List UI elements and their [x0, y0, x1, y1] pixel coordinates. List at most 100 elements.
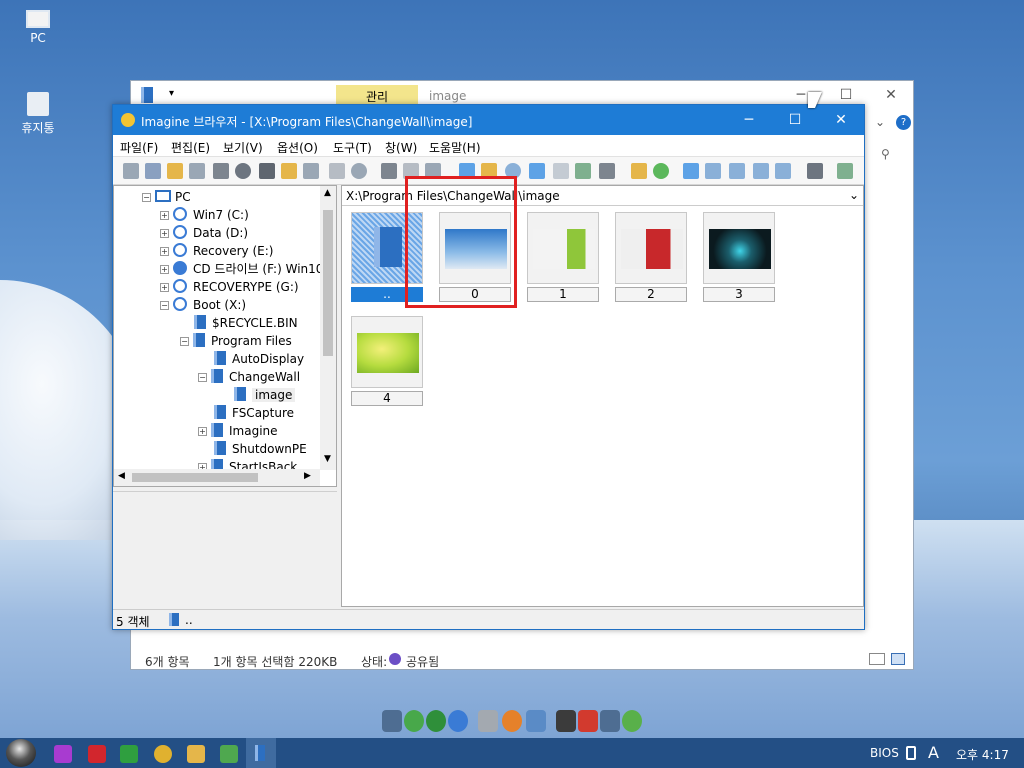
file-explorer-icon[interactable]	[187, 745, 205, 763]
tree-item-drive[interactable]: + Data (D:)	[160, 224, 248, 242]
tree-item-folder[interactable]: $RECYCLE.BIN	[194, 314, 298, 332]
tree-item-drive[interactable]: + Recovery (E:)	[160, 242, 273, 260]
cut-icon[interactable]	[381, 163, 397, 179]
dock-display-icon[interactable]	[600, 710, 620, 732]
tray-clock[interactable]: 오후 4:17	[956, 746, 1009, 763]
ribbon-expand-icon[interactable]: ⌄	[875, 115, 885, 129]
thumbnail-item[interactable]	[527, 212, 599, 284]
expand-icon[interactable]: +	[160, 211, 169, 220]
scroll-left-icon[interactable]: ◀	[118, 471, 125, 481]
tree-item-folder[interactable]: + Imagine	[198, 422, 278, 440]
scroll-right-icon[interactable]: ▶	[304, 471, 311, 481]
dock-windows-icon[interactable]	[578, 710, 598, 732]
wrench-icon[interactable]	[807, 163, 823, 179]
tree-item-folder[interactable]: ShutdownPE	[214, 440, 307, 458]
list-icon[interactable]	[753, 163, 769, 179]
filter-icon[interactable]	[529, 163, 545, 179]
search-icon[interactable]: ⚲	[881, 147, 890, 161]
dock-firefox-icon[interactable]	[502, 710, 522, 732]
tree-item-folder[interactable]: FSCapture	[214, 404, 294, 422]
ccleaner-icon[interactable]	[120, 745, 138, 763]
start-button[interactable]	[6, 739, 36, 767]
expand-icon[interactable]: +	[160, 283, 169, 292]
desktop-icon-recycle-bin[interactable]: 휴지통	[8, 92, 68, 136]
paint-icon[interactable]	[220, 745, 238, 763]
slideshow-icon[interactable]	[575, 163, 591, 179]
thumbnail-item[interactable]	[351, 316, 423, 388]
camera-icon[interactable]	[259, 163, 275, 179]
properties-icon[interactable]	[303, 163, 319, 179]
tree-item-drive[interactable]: + Win7 (C:)	[160, 206, 249, 224]
tree-item-drive[interactable]: + RECOVERYPE (G:)	[160, 278, 299, 296]
tree-item-folder[interactable]: − Program Files	[180, 332, 292, 350]
collapse-icon[interactable]: −	[160, 301, 169, 310]
color-picker-icon[interactable]	[54, 745, 72, 763]
plugin-icon[interactable]	[837, 163, 853, 179]
thumbnail-item[interactable]	[615, 212, 687, 284]
collapse-icon[interactable]: −	[142, 193, 151, 202]
collapse-icon[interactable]: −	[198, 373, 207, 382]
dock-7zip-icon[interactable]	[556, 710, 576, 732]
tree-item-folder[interactable]: − ChangeWall	[198, 368, 300, 386]
tree-horizontal-scrollbar[interactable]: ◀ ▶	[114, 469, 320, 486]
folder-tree[interactable]: − PC + Win7 (C:) + Data (D:) + Recovery (E:)…	[113, 185, 337, 487]
desktop-icon-pc[interactable]: PC	[8, 10, 68, 45]
tree-item-folder[interactable]: AutoDisplay	[214, 350, 304, 368]
details-icon[interactable]	[775, 163, 791, 179]
tree-item-drive[interactable]: − Boot (X:)	[160, 296, 246, 314]
tray-ime[interactable]: A	[928, 743, 939, 762]
menu-help[interactable]: 도움말(H)	[429, 139, 481, 156]
grid-icon[interactable]	[553, 163, 569, 179]
settings-icon[interactable]	[351, 163, 367, 179]
tree-item-folder-selected[interactable]: image	[234, 386, 296, 404]
close-button[interactable]: ✕	[876, 85, 906, 105]
scroll-thumb[interactable]	[323, 210, 333, 356]
taskbar-imagine-active[interactable]	[246, 738, 276, 768]
scroll-thumb[interactable]	[132, 473, 258, 482]
medium-thumbs-icon[interactable]	[705, 163, 721, 179]
scroll-down-icon[interactable]: ▼	[324, 454, 331, 464]
usb-icon[interactable]	[906, 746, 916, 760]
close-button[interactable]: ✕	[821, 110, 861, 130]
dock-globe-icon[interactable]	[622, 710, 642, 732]
menu-tools[interactable]: 도구(T)	[333, 139, 372, 156]
large-icons-view-icon[interactable]	[891, 653, 905, 665]
small-thumbs-icon[interactable]	[729, 163, 745, 179]
thumbnail-item[interactable]	[703, 212, 775, 284]
menu-window[interactable]: 창(W)	[385, 139, 417, 156]
scroll-up-icon[interactable]: ▲	[324, 188, 331, 198]
refresh-icon[interactable]	[653, 163, 669, 179]
dock-notepad-icon[interactable]	[526, 710, 546, 732]
minimize-button[interactable]: ─	[729, 110, 769, 130]
up-folder-icon[interactable]	[631, 163, 647, 179]
tree-item-drive[interactable]: + CD 드라이브 (F:) Win10	[160, 260, 320, 278]
menu-edit[interactable]: 편집(E)	[171, 139, 210, 156]
delete-icon[interactable]	[329, 163, 345, 179]
tree-item-pc[interactable]: − PC	[142, 188, 191, 206]
expand-icon[interactable]: +	[160, 247, 169, 256]
open-folder-icon[interactable]	[167, 163, 183, 179]
chevron-down-icon[interactable]: ⌄	[849, 188, 859, 202]
monitor-icon[interactable]	[599, 163, 615, 179]
large-thumbs-icon[interactable]	[683, 163, 699, 179]
details-view-icon[interactable]	[869, 653, 885, 665]
maximize-button[interactable]: ☐	[831, 85, 861, 105]
chrome-icon[interactable]	[154, 745, 172, 763]
maximize-button[interactable]: ☐	[775, 110, 815, 130]
dropdown-arrow-icon[interactable]: ▾	[169, 88, 174, 99]
menu-options[interactable]: 옵션(O)	[277, 139, 318, 156]
expand-icon[interactable]: +	[160, 229, 169, 238]
menu-file[interactable]: 파일(F)	[120, 139, 158, 156]
dock-monitor-icon[interactable]	[382, 710, 402, 732]
browse-icon[interactable]	[145, 163, 161, 179]
help-icon[interactable]: ?	[896, 115, 911, 130]
new-folder-icon[interactable]	[281, 163, 297, 179]
dock-ccleaner-icon[interactable]	[426, 710, 446, 732]
expand-icon[interactable]: +	[198, 427, 207, 436]
menu-view[interactable]: 보기(V)	[223, 139, 263, 156]
view-icon[interactable]	[123, 163, 139, 179]
collapse-icon[interactable]: −	[180, 337, 189, 346]
expand-icon[interactable]: +	[160, 265, 169, 274]
dock-refresh-icon[interactable]	[404, 710, 424, 732]
power-icon[interactable]	[88, 745, 106, 763]
